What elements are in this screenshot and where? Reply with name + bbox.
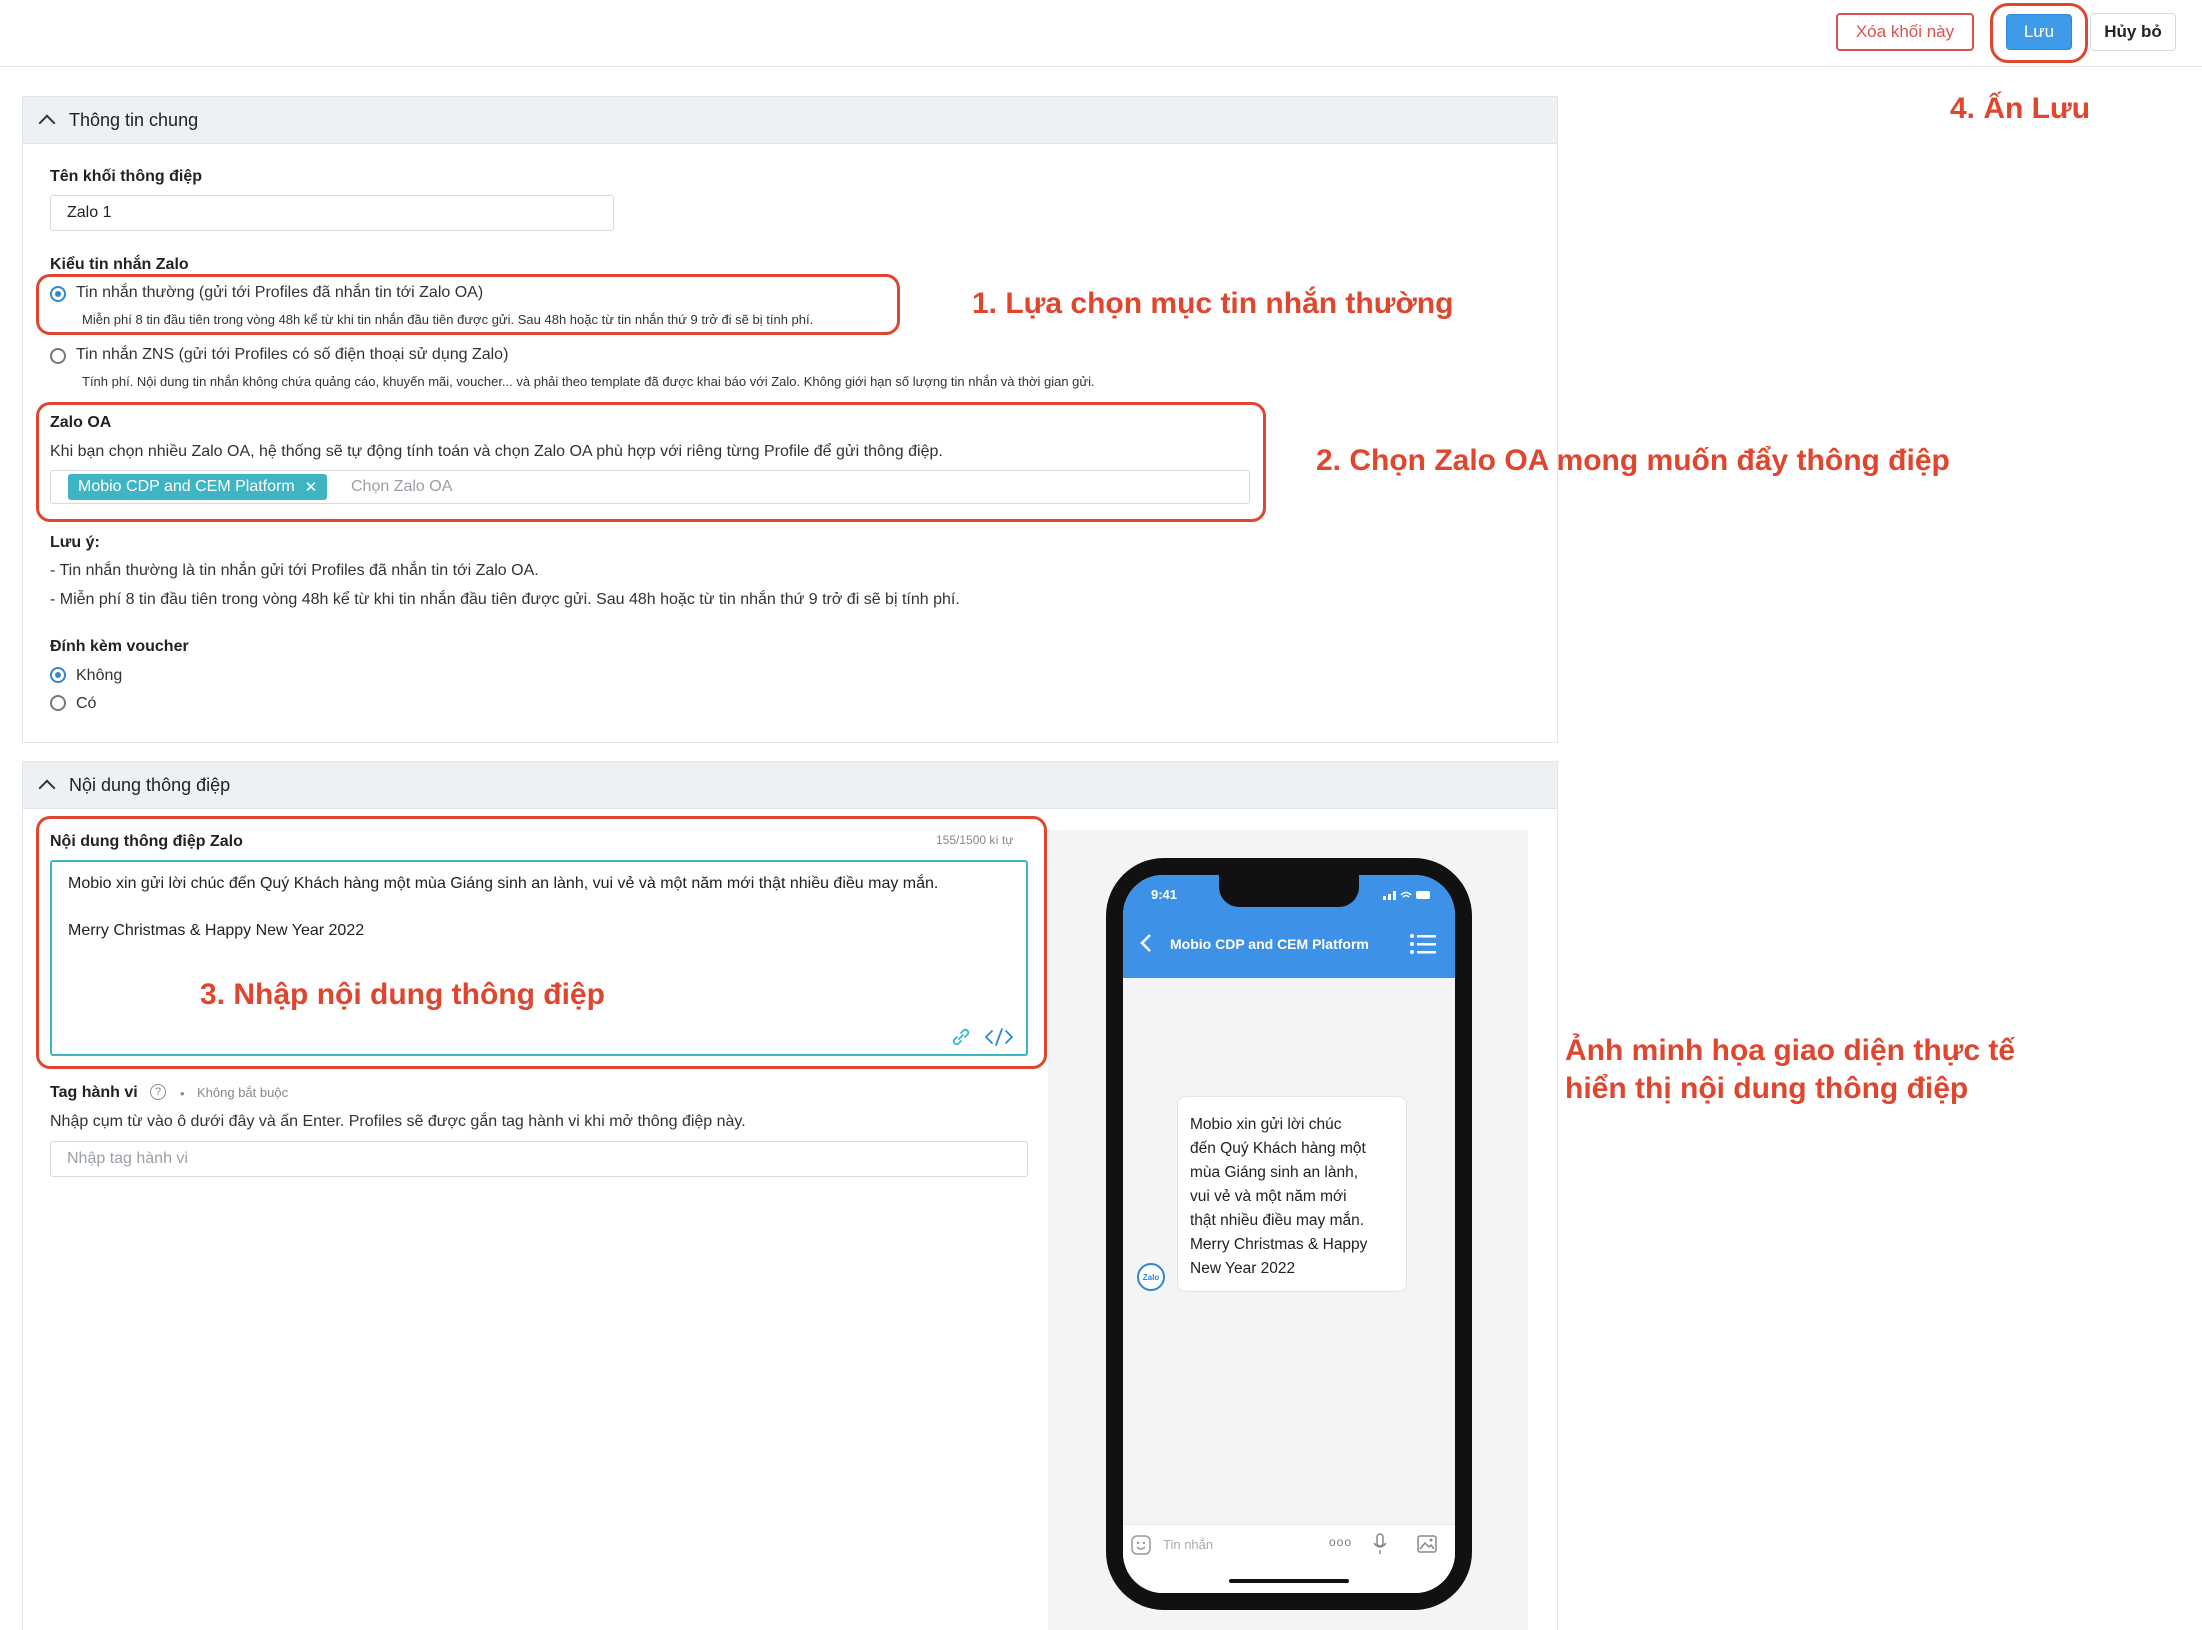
bubble-line: Mobio xin gửi lời chúc [1190, 1116, 1342, 1133]
more-icon[interactable]: ooo [1329, 1535, 1352, 1549]
bubble-line: đến Quý Khách hàng một [1190, 1140, 1366, 1157]
name-input-value: Zalo 1 [67, 204, 112, 221]
note-line-1: - Tin nhắn thường là tin nhắn gửi tới Pr… [50, 562, 539, 579]
bubble-line: Merry Christmas & Happy [1190, 1236, 1368, 1253]
voucher-yes-label: Có [76, 695, 97, 712]
emoji-icon[interactable] [1131, 1535, 1151, 1555]
general-info-title: Thông tin chung [69, 109, 199, 130]
message-content-header[interactable]: Nội dung thông điệp [23, 762, 1557, 809]
message-bubble: Mobio xin gửi lời chúc đến Quý Khách hàn… [1177, 1096, 1407, 1292]
delete-block-button[interactable]: Xóa khối này [1836, 13, 1974, 51]
annotation-step3: 3. Nhập nội dung thông điệp [200, 978, 605, 1011]
annotation-step4: 4. Ấn Lưu [1950, 92, 2091, 125]
top-toolbar: Xóa khối này Lưu Hủy bỏ [0, 0, 2202, 67]
note-label: Lưu ý: [50, 534, 100, 551]
radio-voucher-no[interactable] [50, 667, 66, 683]
behavior-tag-optional: Không bắt buộc [197, 1085, 289, 1100]
annotation-box-step2 [36, 402, 1266, 522]
annotation-box-step4 [1990, 3, 2088, 63]
radio-voucher-yes[interactable] [50, 695, 66, 711]
annotation-preview-line2: hiển thị nội dung thông điệp [1565, 1072, 1969, 1105]
chat-area: Mobio xin gửi lời chúc đến Quý Khách hàn… [1123, 978, 1455, 1524]
voucher-label: Đính kèm voucher [50, 638, 189, 655]
behavior-tag-help: Nhập cụm từ vào ô dưới đây và ấn Enter. … [50, 1113, 746, 1130]
zns-message-desc: Tính phí. Nội dung tin nhắn không chứa q… [82, 374, 1095, 389]
bubble-line: thật nhiều điều may mắn. [1190, 1212, 1365, 1229]
annotation-preview-line1: Ảnh minh họa giao diện thực tế [1565, 1034, 2016, 1067]
phone-preview: 9:41 Mobio CDP and CEM Platform Mobio xi… [1106, 858, 1472, 1610]
behavior-tag-label: Tag hành vi [50, 1084, 138, 1101]
message-content-title: Nội dung thông điệp [69, 774, 231, 795]
cancel-button[interactable]: Hủy bỏ [2090, 13, 2176, 51]
image-icon[interactable] [1417, 1535, 1437, 1553]
bubble-line: New Year 2022 [1190, 1260, 1296, 1277]
phone-notch [1219, 875, 1359, 907]
voucher-no-label: Không [76, 667, 123, 684]
note-line-2: - Miễn phí 8 tin đầu tiên trong vòng 48h… [50, 591, 960, 608]
menu-icon[interactable] [1409, 933, 1437, 955]
status-icons [1383, 891, 1430, 900]
bubble-line: mùa Giáng sinh an lành, [1190, 1164, 1359, 1181]
bubble-line: vui vẻ và một năm mới [1190, 1188, 1347, 1205]
name-label: Tên khối thông điệp [50, 168, 202, 185]
phone-header-title: Mobio CDP and CEM Platform [1170, 936, 1369, 952]
home-indicator [1229, 1579, 1349, 1583]
chevron-up-icon [38, 114, 56, 132]
phone-time: 9:41 [1151, 887, 1178, 902]
zns-message-label: Tin nhắn ZNS (gửi tới Profiles có số điệ… [76, 346, 509, 363]
annotation-box-step3 [36, 816, 1047, 1069]
zalo-avatar-icon: Zalo [1137, 1263, 1165, 1291]
behavior-tag-placeholder: Nhập tag hành vi [67, 1150, 188, 1167]
annotation-box-step1 [36, 274, 900, 335]
optional-dot: • [180, 1086, 185, 1101]
page: Xóa khối này Lưu Hủy bỏ Thông tin chung … [0, 0, 2202, 1630]
general-info-header[interactable]: Thông tin chung [23, 97, 1557, 144]
name-input[interactable]: Zalo 1 [50, 195, 614, 231]
annotation-step2: 2. Chọn Zalo OA mong muốn đẩy thông điệp [1316, 444, 1950, 477]
phone-screen: 9:41 Mobio CDP and CEM Platform Mobio xi… [1123, 875, 1455, 1593]
question-icon[interactable]: ? [150, 1084, 166, 1100]
behavior-tag-input[interactable]: Nhập tag hành vi [50, 1141, 1028, 1177]
back-icon[interactable] [1139, 933, 1153, 953]
mic-icon[interactable] [1373, 1533, 1387, 1555]
phone-input-placeholder: Tin nhắn [1163, 1537, 1214, 1552]
message-type-label: Kiểu tin nhắn Zalo [50, 256, 189, 273]
radio-zns-message[interactable] [50, 348, 66, 364]
annotation-step1: 1. Lựa chọn mục tin nhắn thường [972, 287, 1454, 320]
chevron-up-icon [38, 779, 56, 797]
